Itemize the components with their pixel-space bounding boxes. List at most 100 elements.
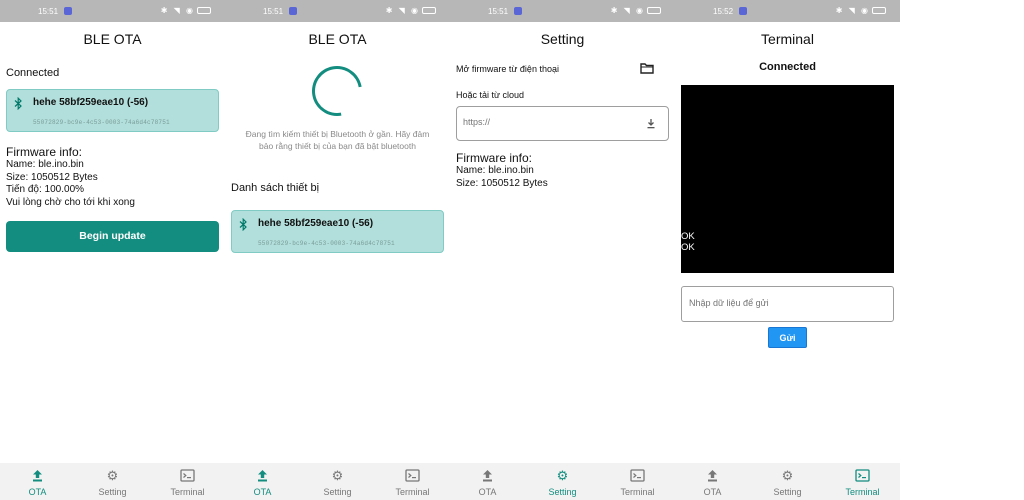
connection-status: Connected	[759, 61, 816, 73]
bottom-nav: OTA ⚙ Setting Terminal	[0, 463, 225, 500]
nav-setting-label: Setting	[548, 487, 577, 497]
nav-setting[interactable]: ⚙ Setting	[75, 463, 150, 500]
nav-ota[interactable]: OTA	[450, 463, 525, 500]
nav-setting-label: Setting	[323, 487, 352, 497]
device-card[interactable]: hehe 58bf259eae10 (-56) 55072829-bc9e-4c…	[6, 89, 219, 132]
screen-ota-connected: 15:51 ✱ ◥ ◉ BLE OTA Connected hehe 58bf2…	[0, 0, 225, 500]
device-uuid: 55072829-bc9e-4c53-0003-74a6d4c78751	[258, 240, 395, 247]
nav-terminal[interactable]: Terminal	[150, 463, 225, 500]
folder-icon[interactable]	[640, 62, 654, 74]
system-icons: ✱ ◥ ◉	[611, 6, 661, 15]
device-card[interactable]: hehe 58bf259eae10 (-56) 55072829-bc9e-4c…	[231, 210, 444, 253]
screen-ota-scanning: 15:51 ✱ ◥ ◉ BLE OTA Đang tìm kiếm thiết …	[225, 0, 450, 500]
bluetooth-icon	[14, 97, 23, 110]
firmware-info-header: Firmware info:	[6, 145, 83, 159]
nav-ota[interactable]: OTA	[225, 463, 300, 500]
nav-terminal-label: Terminal	[845, 487, 880, 497]
firmware-info: Firmware info: Name: ble.ino.bin Size: 1…	[6, 145, 135, 209]
upload-icon	[255, 469, 270, 483]
battery-icon	[422, 7, 436, 15]
battery-icon	[197, 7, 211, 15]
status-bar: 15:51 ✱ ◥ ◉	[450, 0, 675, 22]
status-time: 15:51	[488, 7, 509, 16]
system-icons: ✱ ◥ ◉	[386, 6, 436, 15]
firmware-name: Name: ble.ino.bin	[456, 165, 534, 176]
notification-icon	[64, 7, 72, 15]
download-icon[interactable]	[646, 118, 656, 129]
page-title: BLE OTA	[83, 31, 142, 47]
device-name: hehe 58bf259eae10 (-56)	[258, 218, 374, 229]
firmware-info-header: Firmware info:	[456, 151, 533, 165]
status-bar: 15:51 ✱ ◥ ◉	[0, 0, 225, 22]
system-icons: ✱ ◥ ◉	[836, 6, 886, 15]
nav-terminal-label: Terminal	[620, 487, 655, 497]
device-list-label: Danh sách thiết bị	[231, 182, 320, 194]
bluetooth-icon	[239, 218, 248, 231]
update-progress: Tiến độ: 100.00%	[6, 184, 85, 195]
app-stage: 15:51 ✱ ◥ ◉ BLE OTA Connected hehe 58bf2…	[0, 0, 1024, 500]
nav-terminal-label: Terminal	[395, 487, 430, 497]
page-title: Terminal	[761, 31, 814, 47]
connection-status: Connected	[6, 67, 60, 79]
upload-icon	[705, 469, 720, 483]
page-title: Setting	[540, 31, 585, 47]
device-uuid: 55072829-bc9e-4c53-0003-74a6d4c78751	[33, 119, 170, 126]
device-name: hehe 58bf259eae10 (-56)	[33, 97, 149, 108]
notification-icon	[289, 7, 297, 15]
battery-icon	[872, 7, 886, 15]
battery-icon	[647, 7, 661, 15]
nav-setting[interactable]: ⚙ Setting	[525, 463, 600, 500]
terminal-icon	[630, 469, 645, 483]
wait-message: Vui lòng chờ cho tới khi xong	[6, 196, 135, 208]
gear-icon: ⚙	[331, 468, 344, 483]
gear-icon: ⚙	[556, 468, 569, 483]
upload-icon	[30, 469, 45, 483]
status-bar: 15:51 ✱ ◥ ◉	[225, 0, 450, 22]
nav-ota-label: OTA	[703, 487, 722, 497]
nav-setting-label: Setting	[98, 487, 127, 497]
begin-update-button[interactable]: Begin update	[6, 221, 219, 252]
firmware-info: Firmware info: Name: ble.ino.bin Size: 1…	[456, 151, 548, 190]
send-button[interactable]: Gửi	[768, 327, 807, 348]
nav-ota[interactable]: OTA	[0, 463, 75, 500]
firmware-url-input[interactable]	[463, 117, 633, 127]
scan-message: Đang tìm kiếm thiết bị Bluetooth ở gần. …	[245, 129, 430, 151]
gear-icon: ⚙	[781, 468, 794, 483]
loading-spinner	[302, 56, 372, 126]
firmware-url-field[interactable]	[456, 106, 669, 141]
nav-terminal-label: Terminal	[170, 487, 205, 497]
terminal-line: OK	[681, 231, 695, 242]
terminal-input[interactable]	[689, 298, 884, 308]
nav-setting[interactable]: ⚙ Setting	[300, 463, 375, 500]
cloud-label: Hoặc tải từ cloud	[456, 90, 525, 100]
nav-ota-label: OTA	[28, 487, 47, 497]
notification-icon	[739, 7, 747, 15]
system-icons: ✱ ◥ ◉	[161, 6, 211, 15]
firmware-name: Name: ble.ino.bin	[6, 159, 84, 170]
terminal-input-field[interactable]	[681, 286, 894, 322]
firmware-size: Size: 1050512 Bytes	[456, 177, 548, 189]
nav-terminal[interactable]: Terminal	[375, 463, 450, 500]
bottom-nav: OTA ⚙ Setting Terminal	[450, 463, 675, 500]
screen-terminal: 15:52 ✱ ◥ ◉ Terminal Connected OK OK Gửi…	[675, 0, 900, 500]
nav-terminal[interactable]: Terminal	[600, 463, 675, 500]
nav-ota-label: OTA	[478, 487, 497, 497]
screen-setting: 15:51 ✱ ◥ ◉ Setting Mở firmware từ điện …	[450, 0, 675, 500]
nav-ota-label: OTA	[253, 487, 272, 497]
open-local-label: Mở firmware từ điện thoại	[456, 64, 559, 74]
terminal-icon	[405, 469, 420, 483]
bottom-nav: OTA ⚙ Setting Terminal	[225, 463, 450, 500]
page-title: BLE OTA	[308, 31, 367, 47]
nav-setting-label: Setting	[773, 487, 802, 497]
notification-icon	[514, 7, 522, 15]
status-time: 15:51	[263, 7, 284, 16]
status-time: 15:51	[38, 7, 59, 16]
nav-setting[interactable]: ⚙ Setting	[750, 463, 825, 500]
nav-ota[interactable]: OTA	[675, 463, 750, 500]
terminal-icon	[180, 469, 195, 483]
terminal-output: OK OK	[681, 85, 894, 273]
gear-icon: ⚙	[106, 468, 119, 483]
nav-terminal[interactable]: Terminal	[825, 463, 900, 500]
bottom-nav: OTA ⚙ Setting Terminal	[675, 463, 900, 500]
terminal-line: OK	[681, 242, 695, 253]
